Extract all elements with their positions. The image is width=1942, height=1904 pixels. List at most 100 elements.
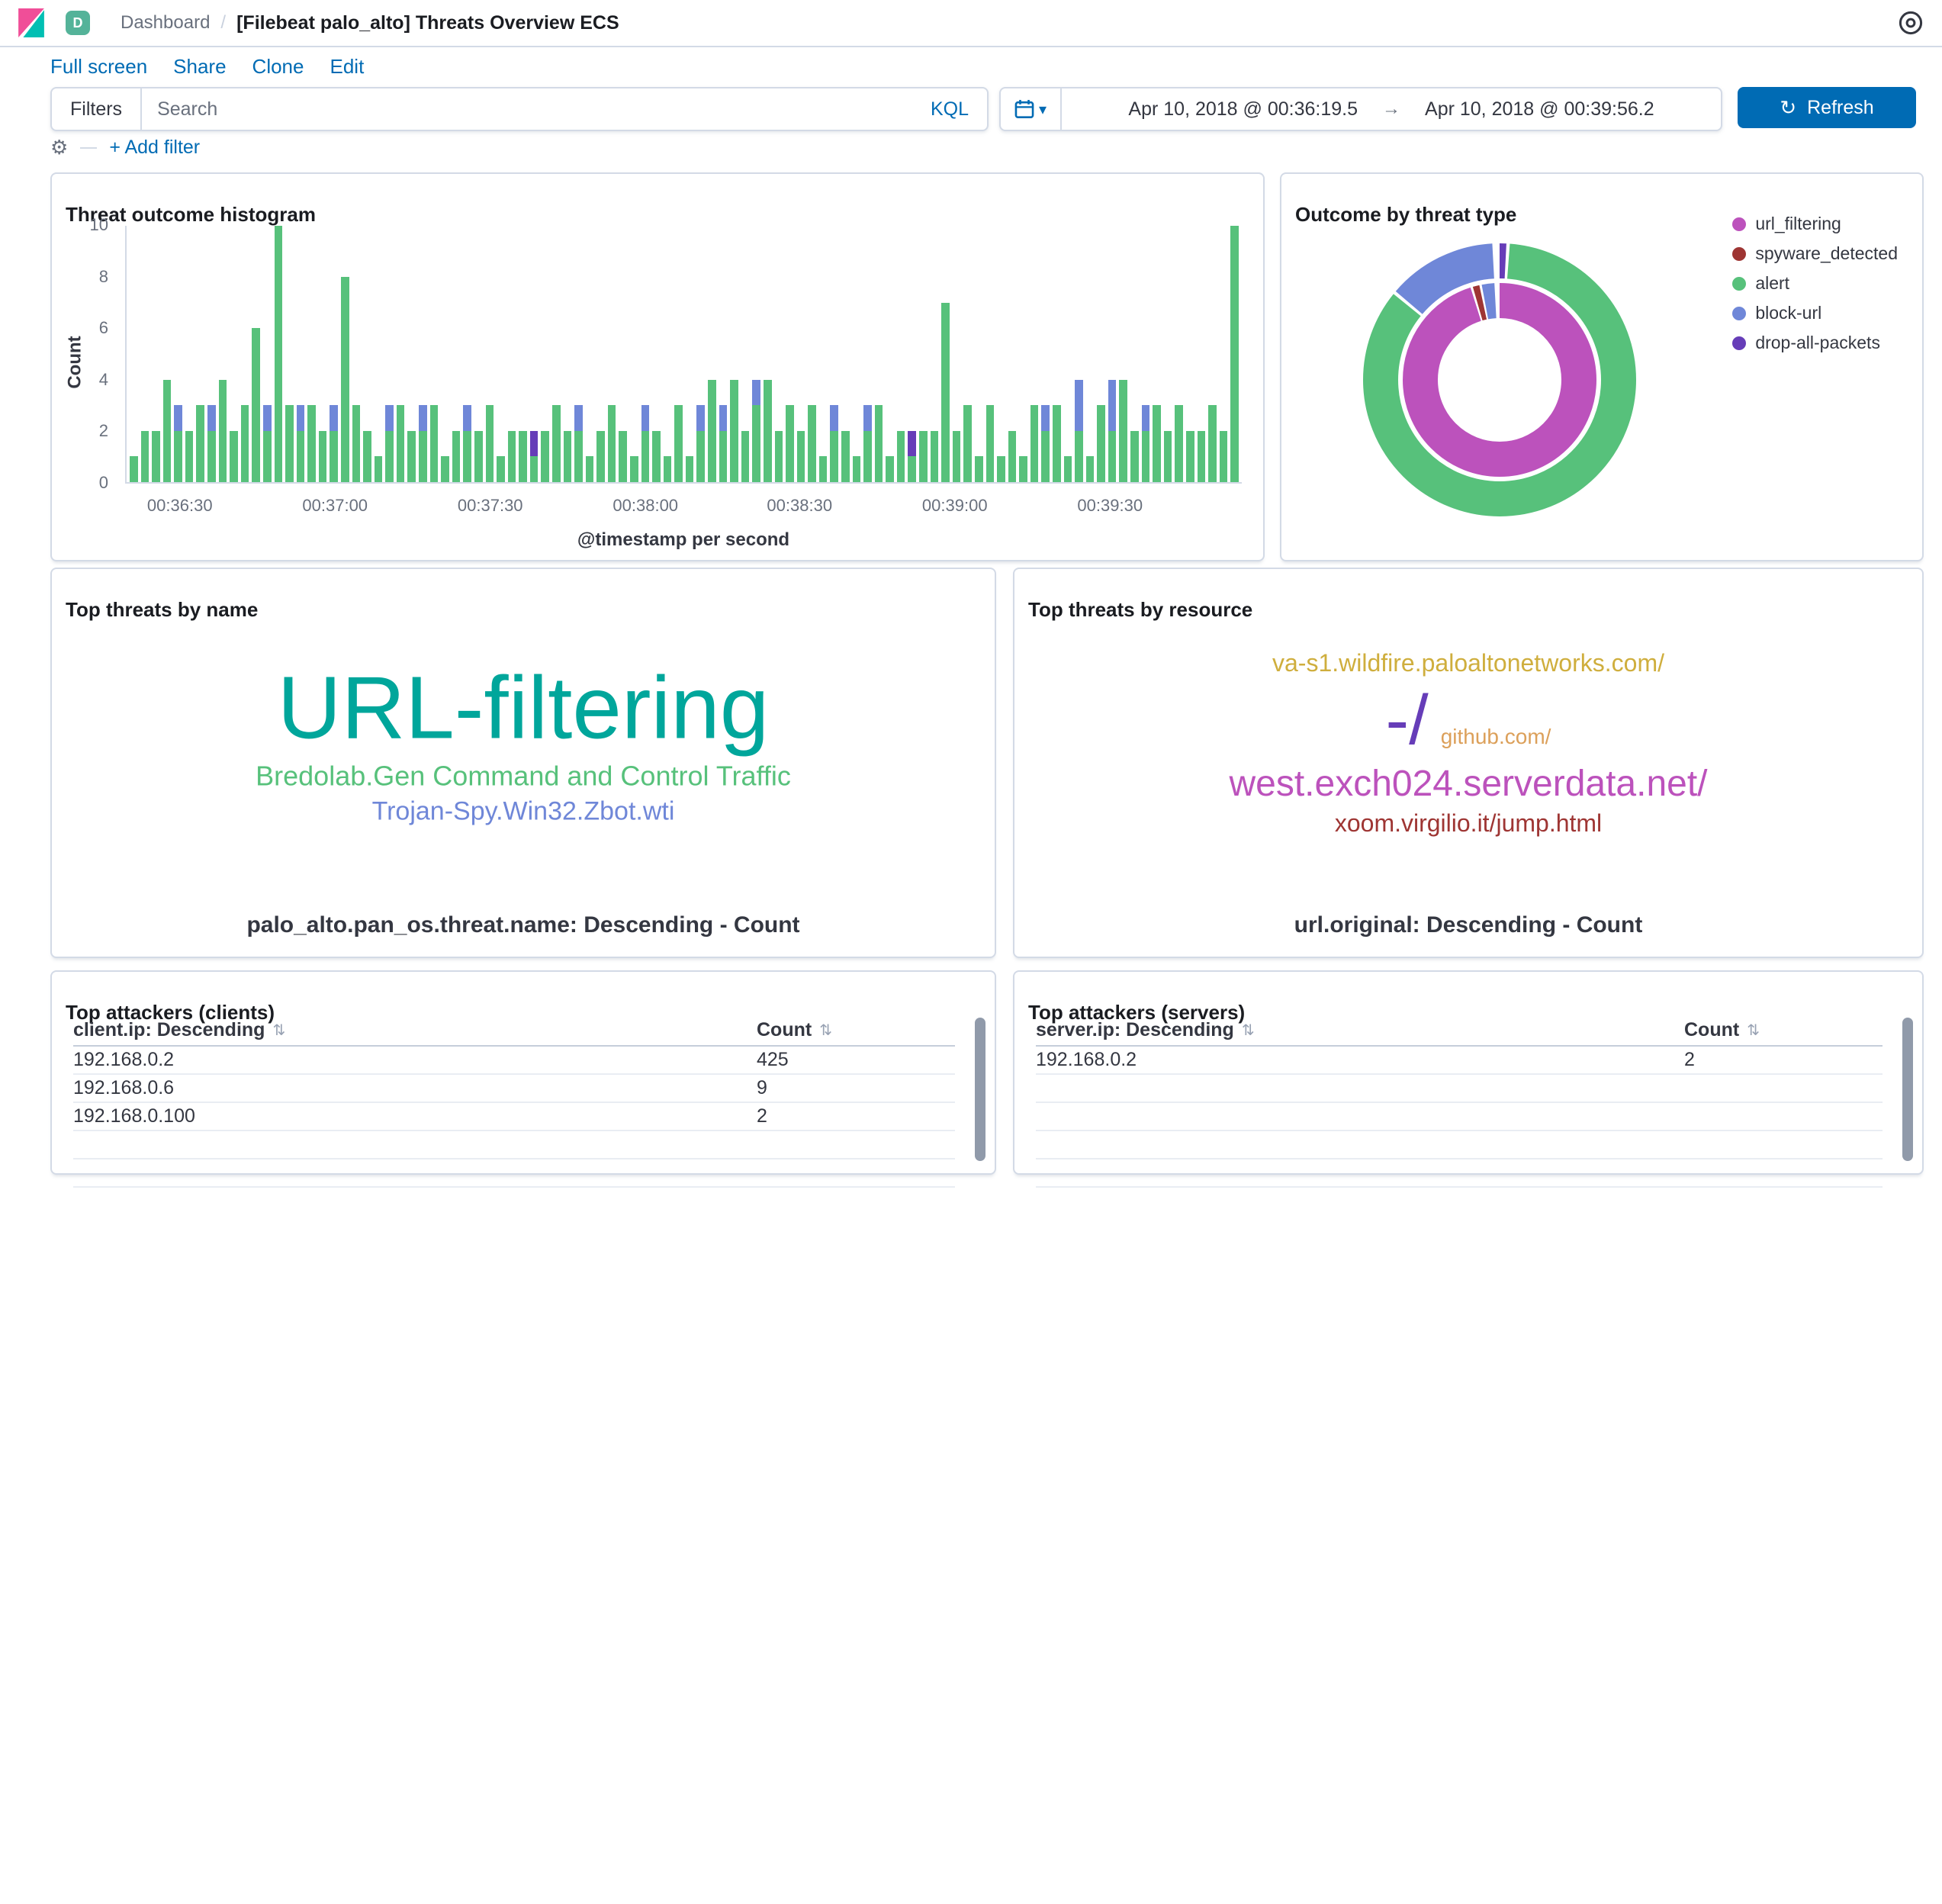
- column-header[interactable]: Count⇅: [757, 1019, 955, 1041]
- histogram-bar[interactable]: [441, 226, 449, 482]
- target-icon[interactable]: [1898, 10, 1924, 36]
- histogram-bar[interactable]: [819, 226, 828, 482]
- tag-word[interactable]: west.exch024.serverdata.net/: [1229, 765, 1707, 803]
- histogram-bar[interactable]: [708, 226, 716, 482]
- histogram-bar[interactable]: [530, 226, 539, 482]
- histogram-bar[interactable]: [1008, 226, 1017, 482]
- histogram-bar[interactable]: [519, 226, 527, 482]
- histogram-bar[interactable]: [1097, 226, 1105, 482]
- histogram-bar[interactable]: [674, 226, 683, 482]
- histogram-bar[interactable]: [1208, 226, 1217, 482]
- histogram-bar[interactable]: [652, 226, 661, 482]
- histogram-bar[interactable]: [141, 226, 150, 482]
- histogram-bar[interactable]: [1130, 226, 1139, 482]
- histogram-bar[interactable]: [307, 226, 316, 482]
- histogram-bar[interactable]: [341, 226, 349, 482]
- tag-word[interactable]: github.com/: [1441, 725, 1551, 748]
- histogram-bar[interactable]: [252, 226, 260, 482]
- date-to[interactable]: Apr 10, 2018 @ 00:39:56.2: [1425, 98, 1654, 121]
- space-avatar[interactable]: D: [66, 11, 90, 35]
- histogram-bar[interactable]: [352, 226, 361, 482]
- legend-item-spyware_detected[interactable]: spyware_detected: [1732, 243, 1898, 264]
- histogram-bar[interactable]: [586, 226, 594, 482]
- tag-word[interactable]: -/: [1386, 683, 1429, 757]
- kibana-logo[interactable]: [18, 8, 44, 37]
- tag-word[interactable]: va-s1.wildfire.paloaltonetworks.com/: [1272, 651, 1664, 677]
- histogram-bar[interactable]: [1198, 226, 1206, 482]
- sort-icon[interactable]: ⇅: [819, 1021, 832, 1040]
- histogram-bar[interactable]: [474, 226, 483, 482]
- histogram-bar[interactable]: [1142, 226, 1150, 482]
- histogram-bar[interactable]: [1108, 226, 1117, 482]
- histogram-bar[interactable]: [619, 226, 627, 482]
- date-from[interactable]: Apr 10, 2018 @ 00:36:19.5: [1128, 98, 1358, 121]
- histogram-bar[interactable]: [452, 226, 461, 482]
- histogram-bar[interactable]: [1230, 226, 1239, 482]
- histogram-bar[interactable]: [886, 226, 894, 482]
- histogram-bar[interactable]: [230, 226, 238, 482]
- histogram-bar[interactable]: [630, 226, 638, 482]
- histogram-bar[interactable]: [1153, 226, 1161, 482]
- breadcrumb-dashboard-link[interactable]: Dashboard: [121, 12, 210, 34]
- clone-button[interactable]: Clone: [252, 55, 304, 79]
- histogram-bar[interactable]: [152, 226, 160, 482]
- histogram-bar[interactable]: [564, 226, 572, 482]
- histogram-bar[interactable]: [1030, 226, 1039, 482]
- histogram-bar[interactable]: [207, 226, 216, 482]
- histogram-bar[interactable]: [596, 226, 605, 482]
- gear-icon[interactable]: ⚙: [50, 136, 68, 159]
- histogram-bar[interactable]: [797, 226, 805, 482]
- legend-item-url_filtering[interactable]: url_filtering: [1732, 214, 1898, 234]
- histogram-bar[interactable]: [375, 226, 383, 482]
- tag-word[interactable]: URL-filtering: [278, 661, 770, 754]
- histogram-bar[interactable]: [908, 226, 916, 482]
- histogram-bar[interactable]: [508, 226, 516, 482]
- histogram-bar[interactable]: [730, 226, 738, 482]
- histogram-bar[interactable]: [975, 226, 983, 482]
- histogram-bar[interactable]: [1086, 226, 1095, 482]
- histogram-bar[interactable]: [263, 226, 272, 482]
- histogram-bar[interactable]: [163, 226, 172, 482]
- histogram-bar[interactable]: [407, 226, 416, 482]
- column-header[interactable]: server.ip: Descending⇅: [1036, 1019, 1684, 1041]
- histogram-bar[interactable]: [808, 226, 816, 482]
- histogram-bar[interactable]: [1019, 226, 1027, 482]
- histogram-bar[interactable]: [997, 226, 1005, 482]
- edit-button[interactable]: Edit: [330, 55, 364, 79]
- histogram-bar[interactable]: [541, 226, 549, 482]
- histogram-bar[interactable]: [430, 226, 439, 482]
- histogram-bar[interactable]: [552, 226, 561, 482]
- sort-icon[interactable]: ⇅: [272, 1021, 285, 1040]
- histogram-bar[interactable]: [275, 226, 283, 482]
- histogram-bar[interactable]: [719, 226, 728, 482]
- date-picker-menu-button[interactable]: ▾: [1001, 88, 1062, 130]
- histogram-bar[interactable]: [963, 226, 972, 482]
- kql-toggle[interactable]: KQL: [912, 98, 987, 121]
- histogram-bar[interactable]: [1075, 226, 1083, 482]
- donut-slice-url_filtering[interactable]: [1420, 301, 1579, 459]
- histogram-bar[interactable]: [641, 226, 650, 482]
- refresh-button[interactable]: ↻ Refresh: [1738, 87, 1916, 128]
- histogram-bar[interactable]: [130, 226, 138, 482]
- histogram-bar[interactable]: [1186, 226, 1194, 482]
- column-header[interactable]: Count⇅: [1684, 1019, 1883, 1041]
- histogram-bar[interactable]: [463, 226, 471, 482]
- histogram-bar[interactable]: [741, 226, 750, 482]
- share-button[interactable]: Share: [173, 55, 226, 79]
- histogram-bar[interactable]: [853, 226, 861, 482]
- filters-menu-button[interactable]: Filters: [52, 88, 142, 130]
- tag-word[interactable]: xoom.virgilio.it/jump.html: [1335, 811, 1602, 837]
- tag-word[interactable]: Bredolab.Gen Command and Control Traffic: [256, 762, 791, 791]
- histogram-bar[interactable]: [397, 226, 405, 482]
- histogram-bar[interactable]: [196, 226, 204, 482]
- histogram-bar[interactable]: [574, 226, 583, 482]
- histogram-bar[interactable]: [986, 226, 995, 482]
- histogram-bar[interactable]: [941, 226, 950, 482]
- histogram-bar[interactable]: [385, 226, 394, 482]
- histogram-bar[interactable]: [1064, 226, 1072, 482]
- histogram-bar[interactable]: [174, 226, 182, 482]
- tag-word[interactable]: Trojan-Spy.Win32.Zbot.wti: [372, 799, 675, 826]
- histogram-bar[interactable]: [1220, 226, 1228, 482]
- histogram-bar[interactable]: [1119, 226, 1127, 482]
- histogram-bar[interactable]: [363, 226, 371, 482]
